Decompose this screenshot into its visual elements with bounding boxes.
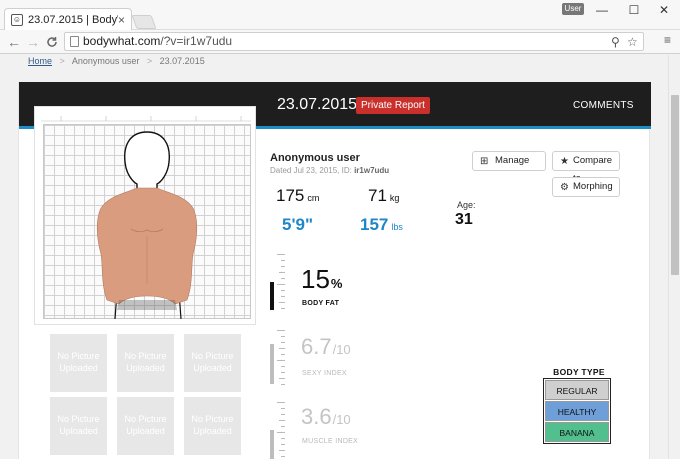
height-cm-value: 175	[276, 186, 305, 205]
maximize-button[interactable]: ☐	[618, 0, 650, 20]
dated-prefix: Dated Jul 23, 2015, ID:	[270, 166, 355, 175]
body-figure-icon	[96, 131, 198, 319]
sexy-index-unit: /10	[332, 342, 351, 357]
body-fat-number: 15	[301, 264, 330, 294]
reload-icon	[47, 37, 57, 47]
url-host: bodywhat.com	[83, 34, 161, 48]
muscle-index-value: 3.6/10	[301, 404, 351, 430]
report-id: ir1w7udu	[354, 166, 390, 175]
height-ft-value: 5'9"	[282, 215, 314, 234]
gears-icon: ⚙	[560, 182, 569, 193]
manage-label: Manage	[495, 155, 530, 166]
address-bar[interactable]: bodywhat.com/?v=ir1w7udu ⚲ ☆	[64, 32, 644, 51]
report-date: 23.07.2015	[277, 96, 358, 113]
browser-titlebar: ☺ 23.07.2015 | BodyWHAT × User — ☐ ✕	[0, 0, 680, 30]
comments-link[interactable]: COMMENTS	[573, 100, 634, 111]
thumbnail-placeholder[interactable]: No Picture Uploaded	[117, 334, 174, 392]
sexy-index-label: SEXY INDEX	[302, 370, 347, 377]
user-name: Anonymous user	[270, 152, 360, 164]
bookmark-star-icon[interactable]: ☆	[627, 34, 638, 51]
body-type-box: REGULAR HEALTHY BANANA	[543, 378, 611, 444]
body-fat-label: BODY FAT	[302, 300, 340, 307]
profile-badge[interactable]: User	[562, 3, 584, 15]
breadcrumb-user: Anonymous user	[71, 56, 140, 66]
star-compare-icon: ★	[560, 156, 569, 167]
site-settings-icon[interactable]: ⚲	[611, 34, 620, 51]
body-type-banana: BANANA	[545, 422, 609, 442]
manage-button[interactable]: ⊞ Manage	[472, 151, 546, 171]
height-ft: 5'9"	[282, 215, 313, 235]
morphing-button[interactable]: ⚙ Morphing	[552, 177, 620, 197]
dated-info: Dated Jul 23, 2015, ID: ir1w7udu	[270, 166, 389, 175]
url-path: /?v=ir1w7udu	[160, 34, 233, 48]
weight-lbs-unit: lbs	[391, 222, 403, 232]
weight-lbs-value: 157	[360, 215, 389, 234]
thumbnail-placeholder[interactable]: No Picture Uploaded	[50, 397, 107, 455]
report-card: 23.07.2015 Private Report COMMENTS No Pi…	[18, 82, 651, 459]
close-window-button[interactable]: ✕	[648, 0, 680, 20]
morphing-label: Morphing	[573, 181, 613, 192]
muscle-index-scale	[277, 402, 285, 459]
new-tab-button[interactable]	[131, 15, 157, 29]
muscle-index-indicator	[270, 430, 274, 459]
compare-button[interactable]: ★Compare to...	[552, 151, 620, 184]
forward-button[interactable]: →	[26, 32, 40, 52]
thumbnail-placeholder[interactable]: No Picture Uploaded	[184, 397, 241, 455]
tab-title: 23.07.2015 | BodyWHAT	[28, 13, 118, 26]
sexy-index-number: 6.7	[301, 334, 332, 359]
weight-kg-value: 71	[368, 186, 387, 205]
reload-button[interactable]	[46, 32, 58, 53]
body-type-title: BODY TYPE	[553, 367, 605, 377]
sexy-index-indicator	[270, 344, 274, 384]
body-photo	[34, 106, 256, 325]
body-fat-scale	[277, 254, 285, 314]
minimize-button[interactable]: —	[586, 0, 618, 20]
photo-ruler	[41, 116, 251, 122]
breadcrumb-date: 23.07.2015	[159, 56, 205, 66]
age-label: Age:	[457, 200, 476, 210]
body-type-regular: REGULAR	[545, 380, 609, 400]
tab-close-icon[interactable]: ×	[118, 13, 125, 27]
breadcrumb-home-link[interactable]: Home	[28, 56, 52, 66]
muscle-index-label: MUSCLE INDEX	[302, 438, 359, 445]
age-value: 31	[455, 211, 473, 228]
sexy-index-scale	[277, 330, 285, 390]
thumbnail-placeholder[interactable]: No Picture Uploaded	[117, 397, 174, 455]
browser-menu-icon[interactable]: ≡	[664, 33, 671, 47]
browser-tab[interactable]: ☺ 23.07.2015 | BodyWHAT ×	[4, 8, 132, 30]
weight-lbs: 157 lbs	[360, 215, 403, 235]
sexy-index-value: 6.7/10	[301, 334, 351, 360]
breadcrumb-separator: >	[59, 56, 65, 66]
muscle-index-unit: /10	[332, 412, 351, 427]
back-button[interactable]: ←	[7, 32, 21, 52]
height-cm-unit: cm	[307, 193, 320, 203]
breadcrumb: Home > Anonymous user > 23.07.2015	[28, 55, 205, 67]
weight-kg-unit: kg	[389, 193, 400, 203]
site-favicon-icon: ☺	[11, 13, 23, 26]
browser-toolbar: ← → bodywhat.com/?v=ir1w7udu ⚲ ☆ ≡	[0, 30, 680, 54]
page-scrollbar[interactable]	[668, 55, 680, 459]
page-icon	[70, 36, 79, 47]
weight-kg: 71 kg	[368, 186, 399, 206]
height-cm: 175 cm	[276, 186, 319, 206]
thumbnail-placeholder[interactable]: No Picture Uploaded	[50, 334, 107, 392]
body-type-healthy: HEALTHY	[545, 401, 609, 421]
body-fat-unit: %	[330, 276, 343, 291]
body-fat-value: 15%	[301, 264, 342, 295]
plus-square-icon: ⊞	[480, 156, 489, 167]
breadcrumb-separator: >	[146, 56, 153, 66]
body-fat-indicator	[270, 282, 274, 310]
muscle-index-number: 3.6	[301, 404, 332, 429]
thumbnail-placeholder[interactable]: No Picture Uploaded	[184, 334, 241, 392]
scrollbar-thumb[interactable]	[671, 95, 679, 275]
private-report-badge: Private Report	[356, 97, 430, 114]
page-viewport: Home > Anonymous user > 23.07.2015 23.07…	[0, 55, 668, 459]
